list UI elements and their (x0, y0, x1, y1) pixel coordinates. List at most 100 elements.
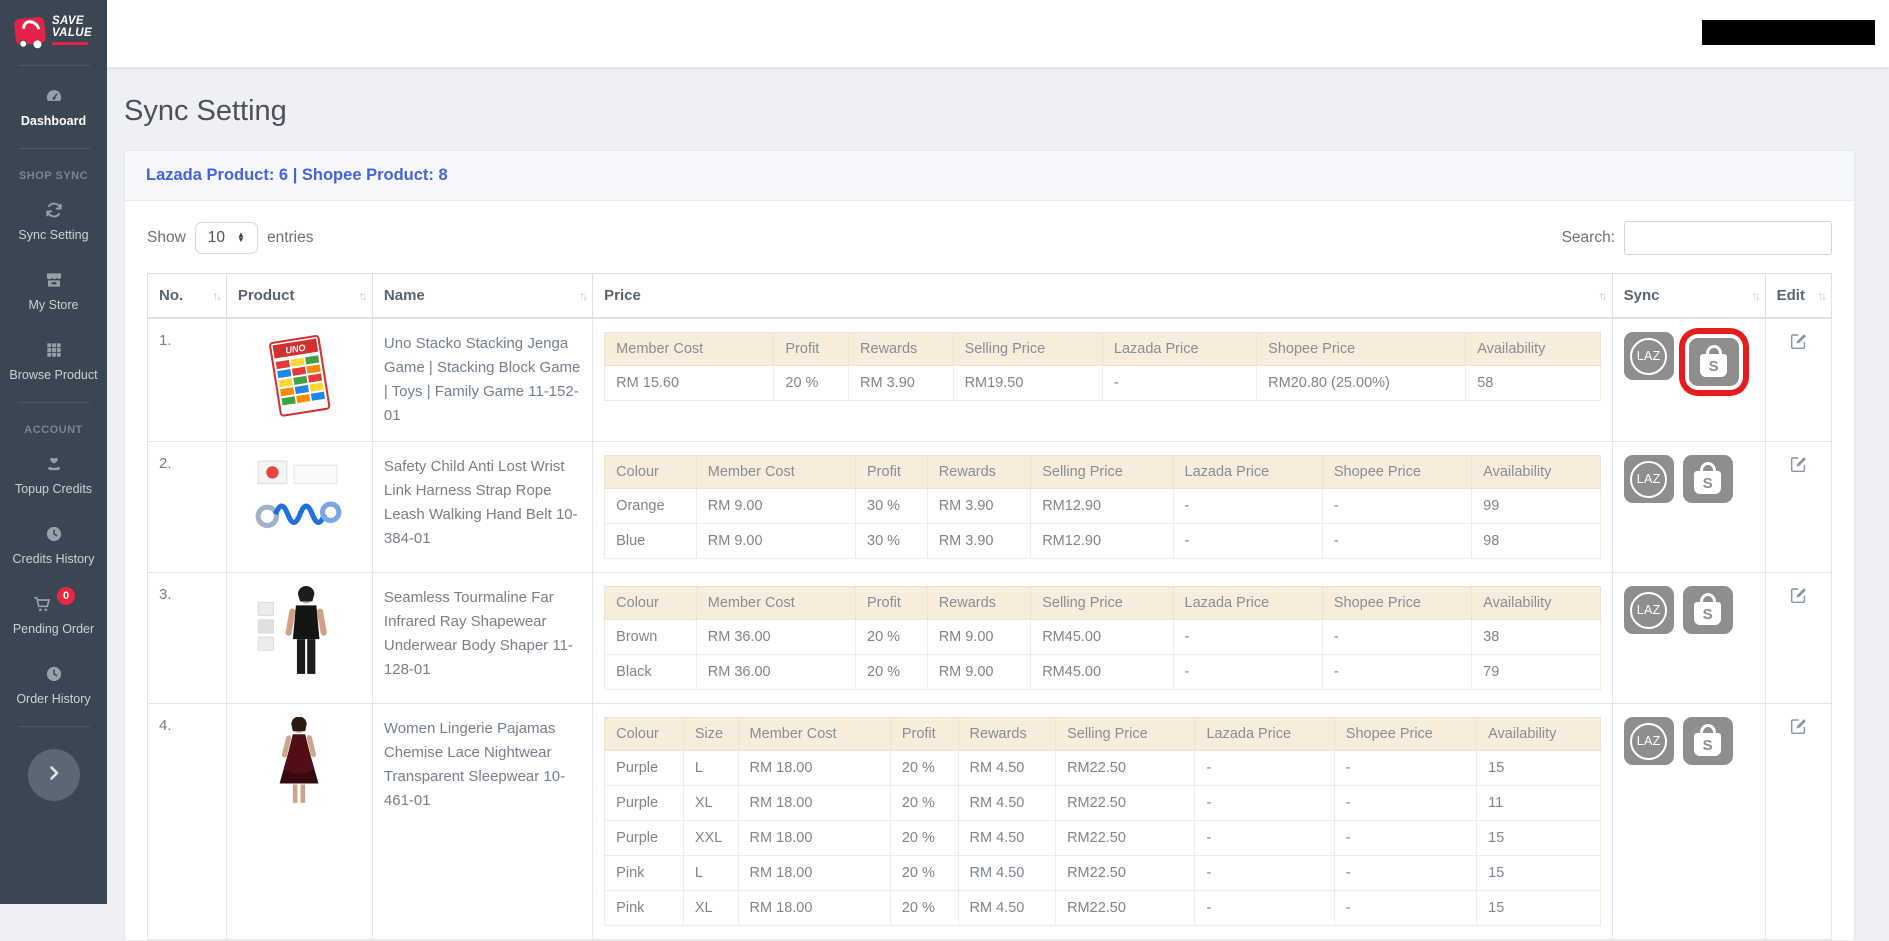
edit-button[interactable] (1789, 332, 1808, 355)
shopee-sync-button[interactable]: S (1682, 717, 1733, 765)
sort-icon: ↑↓ (358, 288, 367, 303)
price-col-header: Rewards (957, 717, 1057, 751)
price-cell: RM19.50 (952, 365, 1103, 401)
table-body: 1. UNO Uno Stacko Stacking Jenga Game | St… (147, 317, 1833, 940)
lazada-sync-button[interactable]: LAZ (1623, 717, 1674, 765)
lazada-sync-button[interactable]: LAZ (1623, 586, 1674, 634)
sidebar-item-label: Dashboard (20, 114, 87, 129)
column-header-edit[interactable]: Edit ↑↓ (1764, 273, 1833, 319)
price-col-header: Selling Price (952, 332, 1103, 366)
sidebar: SAVE VALUE Dashboard SHOP SYNC Sync Settin… (0, 0, 107, 904)
shopee-bag-icon: S (1694, 724, 1722, 756)
price-cell: RM 36.00 (695, 654, 857, 690)
column-header-price[interactable]: Price ↑↓ (592, 273, 1613, 319)
price-subtable: Colour Size Member Cost Profit Rewards Sellin… (604, 717, 1601, 926)
price-subtable-header-row: Colour Member Cost Profit Rewards Selling Pr… (604, 455, 1601, 489)
price-cell: 30 % (855, 488, 928, 524)
price-cell: 30 % (855, 523, 928, 559)
edit-button[interactable] (1789, 586, 1808, 609)
edit-button[interactable] (1789, 717, 1808, 740)
price-cell: Purple (604, 785, 684, 821)
column-header-name[interactable]: Name ↑↓ (371, 273, 594, 319)
price-subtable-row: Brown RM 36.00 20 % RM 9.00 RM45.00- -38 (604, 619, 1601, 655)
shopee-sync-button[interactable]: S (1682, 455, 1733, 503)
sync-setting-card: Lazada Product: 6 | Shopee Product: 8 Sh… (124, 150, 1855, 941)
sort-icon: ↑↓ (1817, 288, 1827, 303)
price-cell: - (1194, 855, 1335, 891)
sidebar-item-my-store[interactable]: My Store (0, 256, 107, 326)
price-col-header: Profit (855, 586, 928, 620)
price-cell: - (1333, 785, 1478, 821)
price-subtable-header-row: Colour Size Member Cost Profit Rewards Sellin… (604, 717, 1601, 751)
price-col-header: Size (682, 717, 739, 751)
price-cell: - (1333, 820, 1478, 856)
sidebar-item-pending-order[interactable]: 0 Pending Order (0, 580, 107, 650)
price-subtable-header-row: Colour Member Cost Profit Rewards Selling Pr… (604, 586, 1601, 620)
price-cell: RM 18.00 (737, 890, 891, 926)
sidebar-item-browse-product[interactable]: Browse Product (0, 326, 107, 396)
price-col-header: Availability (1471, 586, 1601, 620)
price-cell: - (1321, 654, 1473, 690)
edit-button[interactable] (1789, 455, 1808, 478)
price-cell: - (1172, 488, 1323, 524)
price-col-header: Lazada Price (1194, 717, 1335, 751)
price-subtable: Member Cost Profit Rewards Selling Price Laz… (604, 332, 1601, 401)
price-col-header: Availability (1465, 332, 1601, 366)
column-header-product[interactable]: Product ↑↓ (225, 273, 373, 319)
price-cell: - (1172, 523, 1323, 559)
price-subtable-row: Black RM 36.00 20 % RM 9.00 RM45.00- -79 (604, 654, 1601, 690)
product-image (250, 716, 348, 813)
pending-order-badge: 0 (57, 587, 75, 606)
price-col-header: Rewards (926, 455, 1032, 489)
price-cell: RM12.90 (1030, 488, 1174, 524)
price-cell: RM 36.00 (695, 619, 857, 655)
products-table: No. ↑↓ Product ↑↓ Name ↑↓ Price ↑↓ Sync ↑↓ Edit ↑↓ … (147, 273, 1833, 940)
product-row: 1. UNO Uno Stacko Stacking Jenga Game | St… (147, 317, 1833, 442)
sidebar-item-order-history[interactable]: Order History (0, 650, 107, 720)
price-cell: 15 (1476, 750, 1601, 786)
price-col-header: Colour (604, 586, 697, 620)
sidebar-item-label: Credits History (12, 552, 95, 567)
table-controls: Show 10 ▲ ▼ entries Search: (147, 221, 1832, 255)
price-cell: 20 % (855, 654, 928, 690)
price-cell: Purple (604, 750, 684, 786)
sidebar-item-credits-history[interactable]: Credits History (0, 510, 107, 580)
price-cell: RM22.50 (1055, 785, 1196, 821)
lazada-icon: LAZ (1630, 337, 1668, 375)
lazada-sync-button[interactable]: LAZ (1623, 332, 1674, 380)
shopee-sync-button[interactable]: S (1688, 338, 1739, 386)
sidebar-item-topup-credits[interactable]: Topup Credits (0, 440, 107, 510)
price-cell: Pink (604, 890, 684, 926)
sidebar-section-shop-sync: SHOP SYNC (18, 170, 89, 183)
price-cell: RM 3.90 (926, 488, 1032, 524)
app-logo[interactable]: SAVE VALUE (11, 0, 96, 59)
product-image (250, 586, 348, 682)
column-header-label: Edit (1776, 287, 1805, 304)
lazada-sync-button[interactable]: LAZ (1623, 455, 1674, 503)
price-cell: - (1333, 890, 1478, 926)
price-cell: 58 (1465, 365, 1601, 401)
sidebar-divider (17, 726, 90, 728)
price-cell: RM 4.50 (957, 855, 1057, 891)
column-header-no[interactable]: No. ↑↓ (147, 273, 227, 319)
price-cell: - (1194, 820, 1335, 856)
price-cell: RM 4.50 (957, 820, 1057, 856)
sort-icon: ↑↓ (212, 288, 221, 303)
price-col-header: Rewards (848, 332, 954, 366)
sidebar-item-sync-setting[interactable]: Sync Setting (0, 186, 107, 256)
column-header-sync[interactable]: Sync ↑↓ (1611, 273, 1766, 319)
price-col-header: Availability (1476, 717, 1601, 751)
sidebar-item-dashboard[interactable]: Dashboard (0, 72, 107, 142)
price-cell: - (1333, 855, 1478, 891)
page-size-select[interactable]: 10 ▲ ▼ (194, 222, 258, 254)
price-cell: - (1333, 750, 1478, 786)
price-col-header: Member Cost (695, 586, 857, 620)
price-cell: 11 (1476, 785, 1601, 821)
search-input[interactable] (1624, 221, 1832, 255)
price-cell: 20 % (889, 820, 959, 856)
price-cell: L (682, 855, 739, 891)
price-subtable-row: Orange RM 9.00 30 % RM 3.90 RM12.90- -99 (604, 488, 1601, 524)
sidebar-collapse-button[interactable] (27, 749, 80, 802)
price-cell: RM 15.60 (604, 365, 775, 401)
shopee-sync-button[interactable]: S (1682, 586, 1733, 634)
